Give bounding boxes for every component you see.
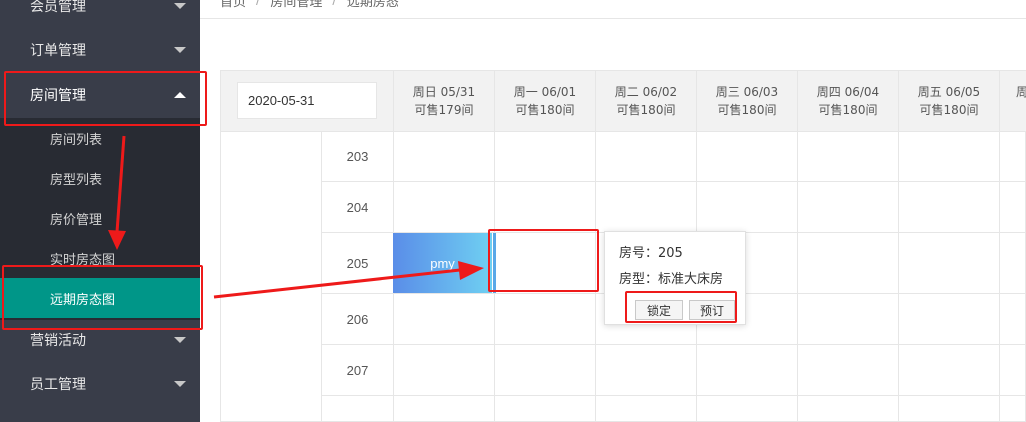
day-label: 周 [1016,85,1026,99]
annotation-box-rooms-menu [4,71,207,126]
table-row: 204 [322,182,1026,233]
room-type-column [221,132,322,422]
room-number: 206 [346,311,369,327]
table-row: 208 [322,396,1026,422]
day-availability: 可售180间 [515,103,575,117]
grid-header: 2020-05-31 周日 05/31 可售179间 周一 06/01 可售18… [221,71,1026,132]
menu-member[interactable]: 会员管理 [0,0,200,28]
menu-orders-label: 订单管理 [30,43,86,59]
day-availability: 可售180间 [818,103,878,117]
grid-line [797,132,798,422]
popup-room-number: 房号：205 [619,246,683,261]
chevron-down-icon [174,381,186,387]
menu-orders[interactable]: 订单管理 [0,28,200,72]
booking-block[interactable]: pmy [393,233,492,293]
popup-room-type: 房型：标准大床房 [619,272,724,287]
breadcrumb-home[interactable]: 首页 [220,0,246,10]
day-label: 周日 05/31 [412,85,476,99]
menu-member-label: 会员管理 [30,0,86,15]
date-value: 2020-05-31 [248,93,315,108]
grid-line [898,132,899,422]
app-root: 会员管理 订单管理 房间管理 房间列表 房型列表 房价管理 实时房态图 远期房态… [0,0,1026,422]
menu-staff-label: 员工管理 [30,377,86,393]
annotation-box-future-status [2,265,203,330]
room-number: 204 [346,199,369,215]
sub-room-type-list[interactable]: 房型列表 [0,158,200,198]
day-label: 周一 06/01 [513,85,577,99]
sub-room-type-list-label: 房型列表 [50,172,103,188]
day-header: 周二 06/02 可售180间 [595,71,696,132]
day-label: 周四 06/04 [816,85,880,99]
day-availability: 可售180间 [616,103,676,117]
room-number: 205 [346,255,369,271]
room-number: 203 [346,149,369,164]
header-divider [200,18,1026,19]
room-number: 208 [322,396,393,422]
day-header: 周日 05/31 可售179间 [393,71,494,132]
breadcrumb-current: 远期房态 [346,0,399,10]
day-header: 周一 06/01 可售180间 [494,71,595,132]
annotation-box-selected-cell [488,229,599,292]
chevron-down-icon [174,337,186,343]
breadcrumb-sep: / [332,0,337,8]
breadcrumb-sep: / [256,0,261,8]
chevron-down-icon [174,3,186,9]
sub-room-price-label: 房价管理 [50,212,103,228]
grid-line [999,132,1000,422]
day-header: 周四 06/04 可售180间 [797,71,898,132]
breadcrumb: 首页 / 房间管理 / 远期房态 [220,0,399,10]
day-availability: 可售179间 [414,103,474,117]
day-availability: 可售180间 [717,103,777,117]
room-number: 207 [346,362,369,378]
day-availability: 可售180间 [919,103,979,117]
booking-guest: pmy [430,255,455,271]
day-header: 周 [999,71,1026,132]
day-header: 周三 06/03 可售180间 [696,71,797,132]
day-header: 周五 06/05 可售180间 [898,71,999,132]
annotation-box-popup-buttons [625,291,737,323]
sidebar: 会员管理 订单管理 房间管理 房间列表 房型列表 房价管理 实时房态图 远期房态… [0,0,200,422]
menu-marketing-label: 营销活动 [30,333,86,349]
sub-room-list-label: 房间列表 [50,132,103,148]
date-picker-input[interactable]: 2020-05-31 [237,82,377,119]
day-label: 周五 06/05 [917,85,981,99]
breadcrumb-section[interactable]: 房间管理 [270,0,322,10]
chevron-down-icon [174,47,186,53]
day-label: 周二 06/02 [614,85,678,99]
sub-room-price[interactable]: 房价管理 [0,198,200,238]
table-row: 203 [322,132,1026,182]
table-row: 207 [322,345,1026,396]
day-label: 周三 06/03 [715,85,779,99]
menu-staff[interactable]: 员工管理 [0,362,200,406]
